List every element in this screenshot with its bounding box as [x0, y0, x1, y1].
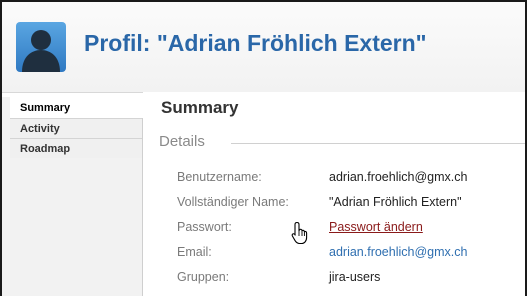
- details-legend: Details: [159, 133, 205, 150]
- change-password-link[interactable]: Passwort ändern: [329, 220, 423, 234]
- field-label: Vollständiger Name:: [177, 195, 289, 209]
- page-title: Profil: "Adrian Fröhlich Extern": [84, 30, 427, 56]
- field-label: Email:: [177, 245, 212, 259]
- tab-summary[interactable]: Summary: [10, 97, 143, 118]
- field-label: Gruppen:: [177, 270, 230, 284]
- tab-activity[interactable]: Activity: [10, 118, 142, 138]
- main-content: Summary Details Benutzername: adrian.fro…: [143, 92, 527, 296]
- user-avatar-icon: [16, 22, 66, 72]
- hand-pointer-icon: [291, 221, 313, 245]
- email-link[interactable]: adrian.froehlich@gmx.ch: [329, 245, 467, 259]
- sidebar: Summary Activity Roadmap: [2, 97, 143, 296]
- section-title: Summary: [161, 98, 239, 117]
- field-value: adrian.froehlich@gmx.ch: [329, 170, 468, 184]
- profile-header: Profil: "Adrian Fröhlich Extern": [2, 2, 527, 93]
- field-value: jira-users: [329, 270, 381, 284]
- field-label: Passwort:: [177, 220, 232, 234]
- tab-roadmap[interactable]: Roadmap: [10, 138, 142, 158]
- details-divider: [231, 143, 527, 144]
- field-value: "Adrian Fröhlich Extern": [329, 195, 462, 209]
- field-label: Benutzername:: [177, 170, 262, 184]
